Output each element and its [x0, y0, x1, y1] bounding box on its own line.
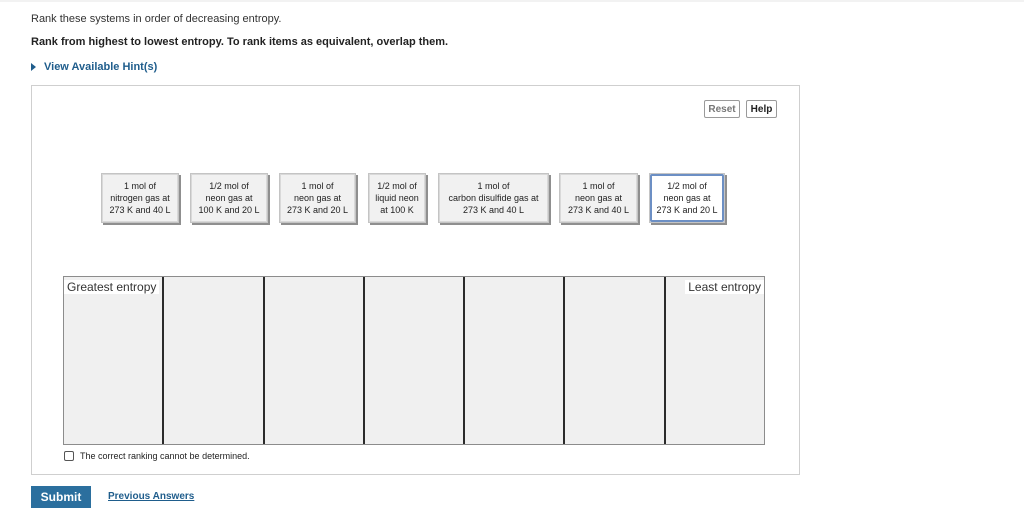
reset-button[interactable]: Reset [704, 100, 740, 118]
view-hints-toggle[interactable]: View Available Hint(s) [31, 61, 157, 73]
caret-right-icon [31, 63, 36, 71]
tile-label: 1 mol of neon gas at 273 K and 20 L [280, 174, 355, 222]
tile-nitrogen-273k-40l[interactable]: 1 mol of nitrogen gas at 273 K and 40 L [101, 173, 179, 223]
help-button[interactable]: Help [746, 100, 777, 118]
tile-neon-half-100k-20l[interactable]: 1/2 mol of neon gas at 100 K and 20 L [190, 173, 268, 223]
ranking-bin-6[interactable] [565, 277, 666, 444]
cannot-determine-label: The correct ranking cannot be determined… [80, 451, 250, 461]
tile-label: 1/2 mol of neon gas at 273 K and 20 L [650, 174, 724, 222]
submit-button[interactable]: Submit [31, 486, 91, 508]
tile-label: 1 mol of carbon disulfide gas at 273 K a… [439, 174, 548, 222]
ranking-bin-4[interactable] [364, 277, 466, 444]
tile-neon-1mol-273k-20l[interactable]: 1 mol of neon gas at 273 K and 20 L [279, 173, 356, 223]
tile-liquid-neon-100k[interactable]: 1/2 mol of liquid neon at 100 K [368, 173, 426, 223]
top-divider [0, 0, 1024, 2]
tile-label: 1 mol of neon gas at 273 K and 40 L [560, 174, 637, 222]
ranking-bin-1[interactable]: Greatest entropy [64, 277, 165, 444]
question-instruction-bold: Rank from highest to lowest entropy. To … [31, 36, 449, 48]
tile-label: 1/2 mol of neon gas at 100 K and 20 L [191, 174, 267, 222]
least-entropy-label: Least entropy [685, 280, 764, 294]
tile-neon-1mol-273k-40l[interactable]: 1 mol of neon gas at 273 K and 40 L [559, 173, 638, 223]
ranking-bin-2[interactable] [164, 277, 265, 444]
tile-carbon-disulfide-273k-40l[interactable]: 1 mol of carbon disulfide gas at 273 K a… [438, 173, 549, 223]
ranking-bins: Greatest entropy Least entropy [63, 276, 765, 445]
tile-label: 1 mol of nitrogen gas at 273 K and 40 L [102, 174, 178, 222]
cannot-determine-option[interactable]: The correct ranking cannot be determined… [64, 451, 250, 461]
view-hints-label: View Available Hint(s) [44, 61, 158, 73]
ranking-bin-3[interactable] [264, 277, 365, 444]
greatest-entropy-label: Greatest entropy [64, 280, 160, 294]
tile-neon-half-273k-20l[interactable]: 1/2 mol of neon gas at 273 K and 20 L [649, 173, 725, 223]
ranking-bin-5[interactable] [465, 277, 566, 444]
tile-label: 1/2 mol of liquid neon at 100 K [369, 174, 425, 222]
cannot-determine-checkbox[interactable] [64, 451, 74, 461]
question-instruction: Rank these systems in order of decreasin… [31, 13, 282, 25]
ranking-bin-7[interactable]: Least entropy [665, 277, 764, 444]
previous-answers-link[interactable]: Previous Answers [108, 491, 194, 502]
